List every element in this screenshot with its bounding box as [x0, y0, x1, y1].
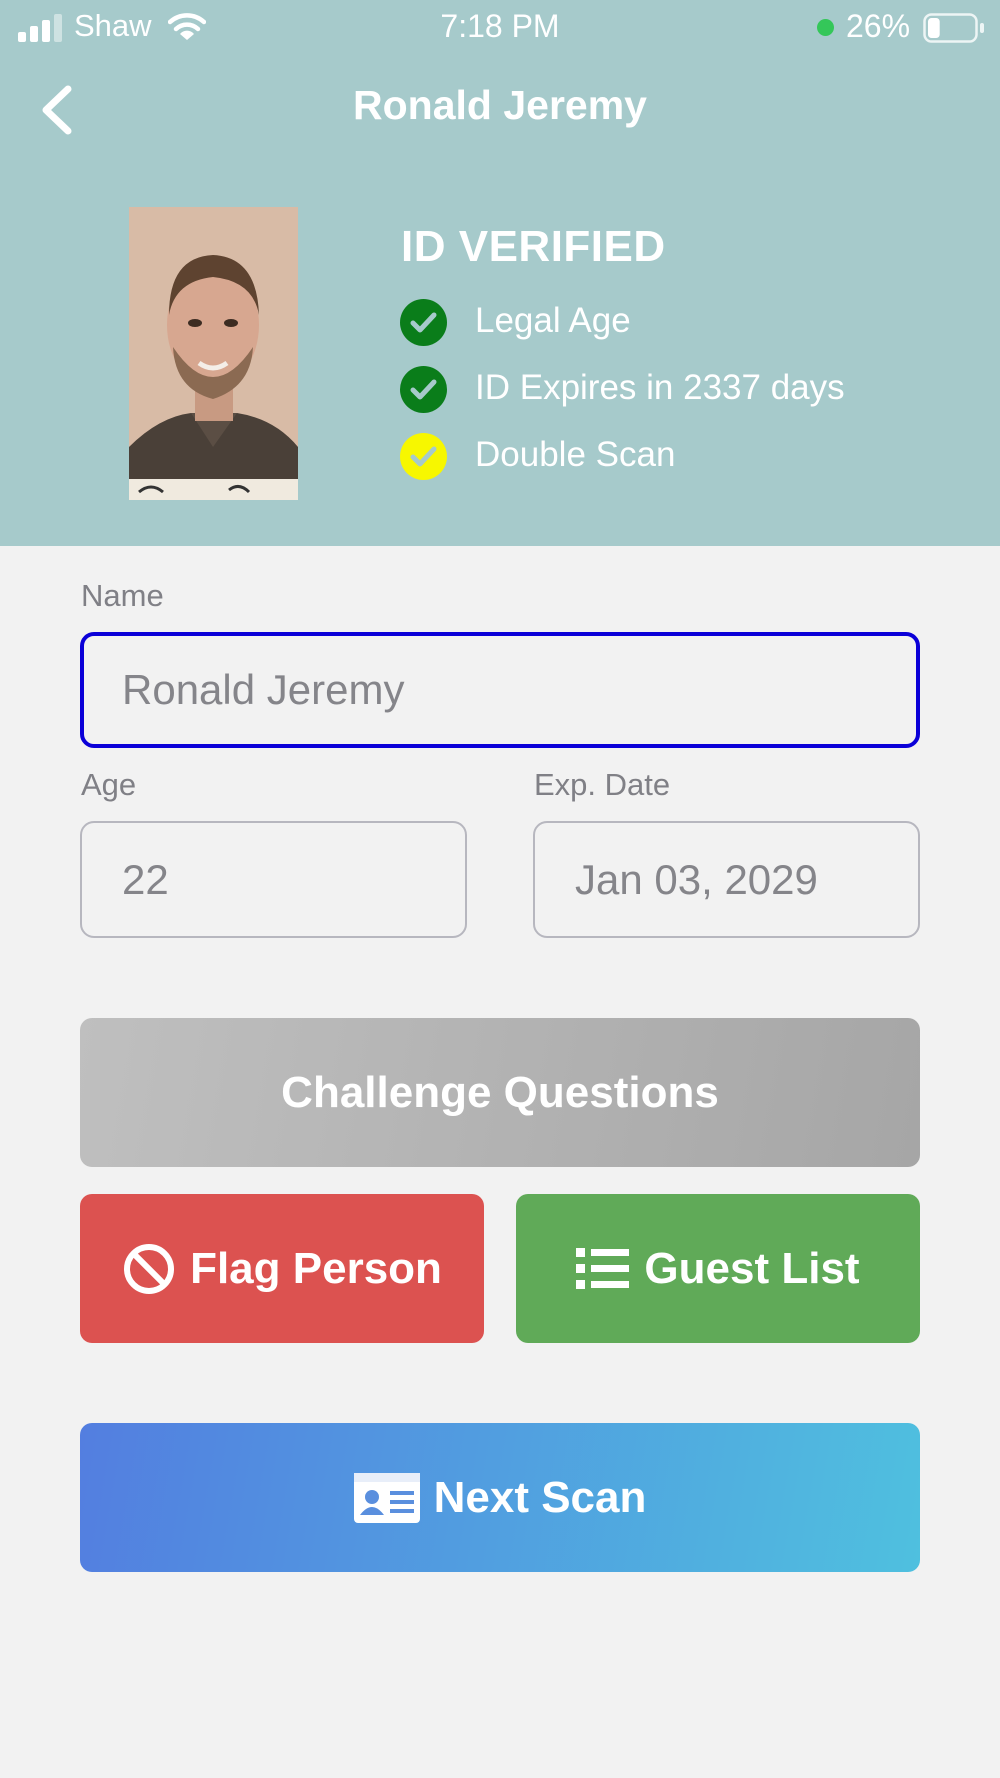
check-circle-icon [400, 433, 447, 480]
age-label: Age [81, 767, 137, 802]
next-scan-button[interactable]: Next Scan [80, 1423, 920, 1572]
age-field[interactable]: 22 [80, 821, 467, 938]
ban-icon [124, 1243, 175, 1294]
privacy-indicator-dot [817, 19, 834, 36]
list-icon [576, 1247, 630, 1289]
challenge-questions-label: Challenge Questions [281, 1067, 719, 1117]
battery-icon [923, 13, 984, 43]
battery-percent: 26% [846, 8, 911, 44]
header: Shaw 7:18 PM 26% Ronald Jeremy ID VERIFI… [0, 0, 1000, 546]
guest-list-label: Guest List [644, 1243, 860, 1293]
battery-fill [928, 18, 940, 38]
id-card-icon [353, 1472, 420, 1523]
challenge-questions-button[interactable]: Challenge Questions [80, 1018, 920, 1167]
check-label: Legal Age [475, 301, 631, 340]
exp-date-field[interactable]: Jan 03, 2029 [533, 821, 920, 938]
page-title: Ronald Jeremy [353, 82, 647, 128]
guest-list-button[interactable]: Guest List [516, 1194, 920, 1343]
name-field[interactable]: Ronald Jeremy [80, 632, 920, 748]
exp-date-label: Exp. Date [534, 767, 671, 802]
check-circle-icon [400, 366, 447, 413]
next-scan-label: Next Scan [433, 1472, 647, 1522]
name-label: Name [81, 578, 164, 613]
id-photo [129, 207, 298, 500]
check-label: Double Scan [475, 435, 676, 474]
verification-status: ID VERIFIED [401, 222, 666, 271]
flag-person-button[interactable]: Flag Person [80, 1194, 484, 1343]
check-circle-icon [400, 299, 447, 346]
flag-person-label: Flag Person [190, 1243, 442, 1293]
status-bar: Shaw 7:18 PM 26% [0, 0, 1000, 56]
check-label: ID Expires in 2337 days [475, 368, 845, 407]
